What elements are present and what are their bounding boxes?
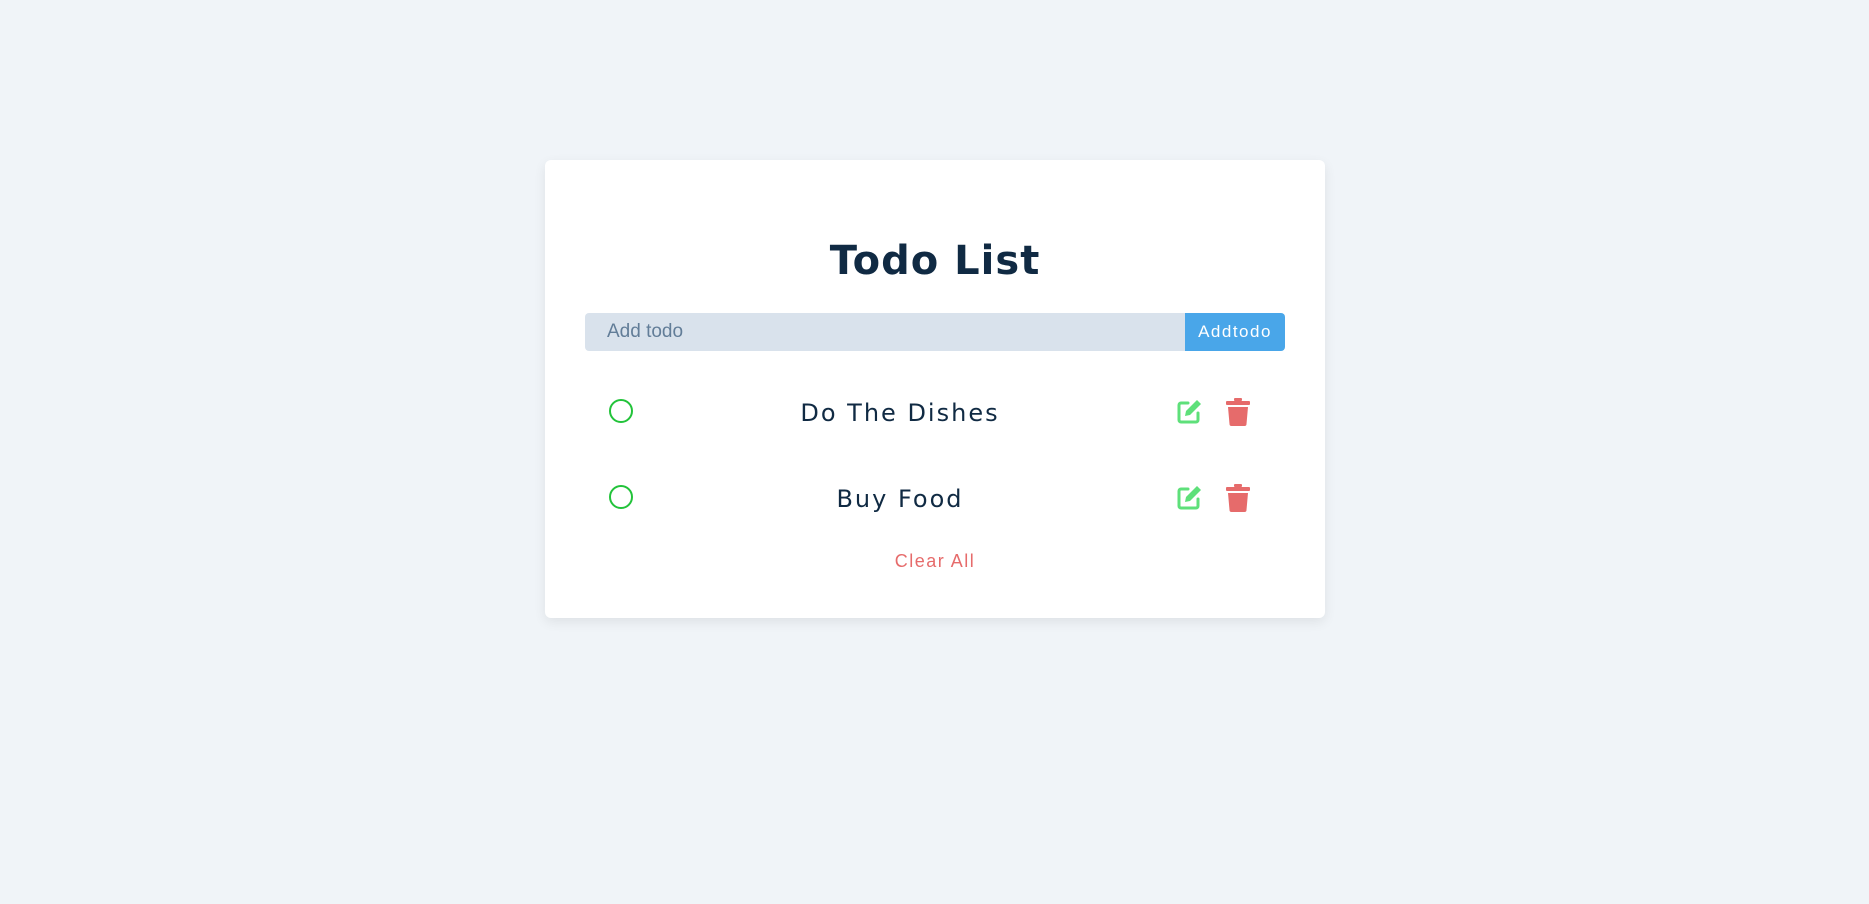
todo-item: Buy Food [585, 468, 1285, 554]
todo-item-text: Buy Food [836, 485, 964, 513]
todo-input[interactable] [585, 313, 1185, 351]
todo-item-text: Do The Dishes [800, 399, 1000, 427]
trash-icon[interactable] [1226, 484, 1250, 512]
page-title: Todo List [829, 238, 1041, 284]
add-todo-form: Add todo [585, 313, 1285, 351]
todo-item: Do The Dishes [585, 382, 1285, 468]
edit-icon[interactable] [1175, 484, 1203, 512]
trash-icon[interactable] [1226, 398, 1250, 426]
add-todo-button[interactable]: Addtodo [1185, 313, 1285, 351]
edit-icon[interactable] [1175, 398, 1203, 426]
todo-list: Do The Dishes Buy Food [585, 382, 1285, 554]
clear-all-button[interactable]: Clear All [545, 551, 1325, 572]
todo-card: Todo List Addtodo Do The Dishes [545, 160, 1325, 618]
